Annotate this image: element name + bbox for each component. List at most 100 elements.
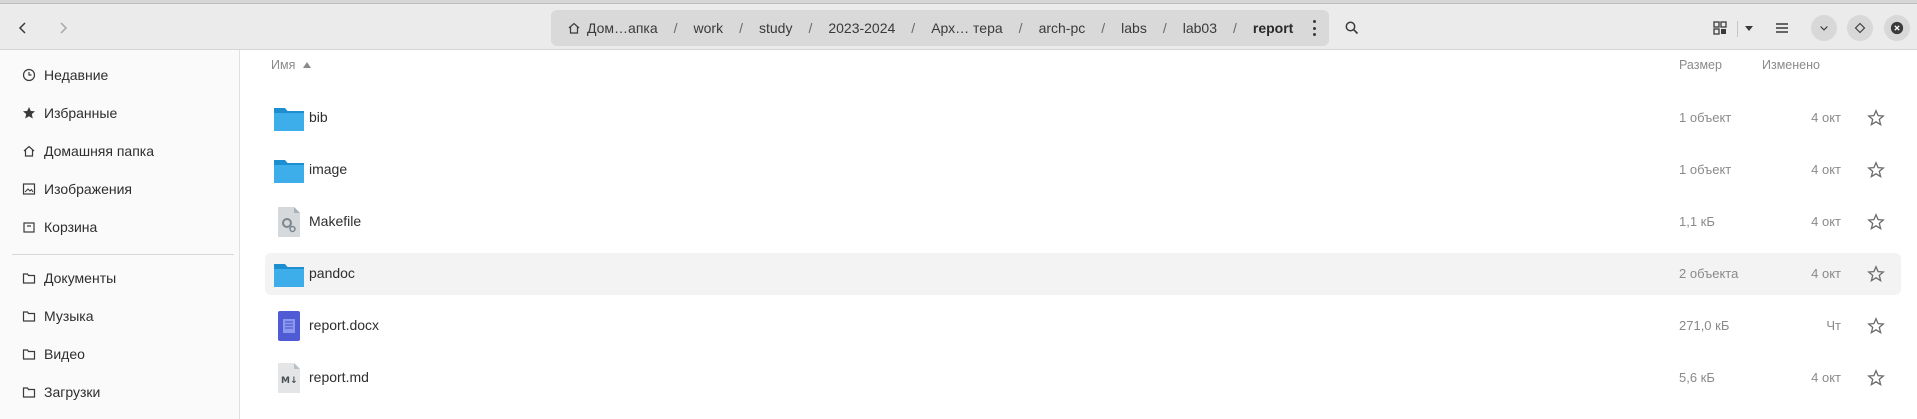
breadcrumb-architecture[interactable]: Арх… тера: [931, 10, 1002, 46]
breadcrumb-separator: /: [911, 20, 916, 36]
folder-icon: [274, 264, 304, 287]
folder-icon: [22, 387, 36, 398]
image-icon: [22, 183, 36, 195]
star-outline-icon[interactable]: [1867, 213, 1885, 231]
path-bar[interactable]: Дом…апка / work / study / 2023-2024 / Ар…: [551, 10, 1329, 46]
file-row[interactable]: pandoc 2 объекта 4 окт: [265, 253, 1901, 295]
close-button[interactable]: [1884, 13, 1910, 43]
sidebar-item-trash[interactable]: Корзина: [0, 208, 240, 246]
breadcrumb-labs[interactable]: labs: [1121, 10, 1147, 46]
forward-button[interactable]: [47, 13, 79, 43]
sidebar-item-label: Недавние: [44, 67, 109, 83]
breadcrumb-work[interactable]: work: [694, 10, 724, 46]
file-size: 271,0 кБ: [1679, 318, 1730, 333]
star-outline-icon[interactable]: [1867, 369, 1885, 387]
star-outline-icon[interactable]: [1867, 109, 1885, 127]
chevron-down-icon: [1820, 26, 1828, 31]
breadcrumb-label: lab03: [1182, 20, 1217, 36]
file-name: pandoc: [309, 265, 355, 281]
file-modified: 4 окт: [1811, 214, 1841, 229]
sidebar-item-label: Корзина: [44, 219, 98, 235]
breadcrumb-separator: /: [1101, 20, 1106, 36]
breadcrumb-label: labs: [1121, 20, 1147, 36]
hamburger-menu-icon: [1776, 23, 1788, 33]
breadcrumb-separator: /: [1162, 20, 1167, 36]
sort-ascending-icon: [303, 62, 312, 68]
breadcrumb-label: Дом…апка: [587, 20, 658, 36]
minimize-button[interactable]: [1811, 13, 1837, 43]
breadcrumb-separator: /: [1018, 20, 1023, 36]
star-icon: [23, 107, 35, 119]
docx-icon: [278, 311, 300, 341]
sidebar-item-music[interactable]: Музыка: [0, 297, 240, 335]
close-icon: [1890, 21, 1904, 35]
breadcrumb-separator: /: [739, 20, 743, 36]
breadcrumb-label: Арх… тера: [931, 20, 1003, 36]
breadcrumb-label: study: [758, 20, 793, 36]
sidebar-item-starred[interactable]: Избранные: [0, 94, 240, 132]
path-menu-button[interactable]: [1311, 20, 1317, 36]
star-outline-icon[interactable]: [1867, 265, 1885, 283]
star-outline-icon[interactable]: [1867, 317, 1885, 335]
breadcrumb-lab03[interactable]: lab03: [1183, 10, 1217, 46]
breadcrumb-label: 2023-2024: [828, 20, 896, 36]
column-header-label: Имя: [271, 58, 296, 72]
sidebar-item-pictures[interactable]: Изображения: [0, 170, 240, 208]
markdown-icon: M↓: [278, 363, 300, 393]
chevron-left-icon: [18, 22, 26, 34]
file-row[interactable]: Makefile 1,1 кБ 4 окт: [265, 201, 1901, 243]
breadcrumb-study[interactable]: study: [759, 10, 792, 46]
column-header-size[interactable]: Размер: [1679, 58, 1722, 72]
sidebar-item-recent[interactable]: Недавние: [0, 56, 240, 94]
main-menu-button[interactable]: [1773, 13, 1791, 43]
toolbar-divider: [1737, 21, 1738, 37]
folder-icon: [274, 160, 304, 183]
file-row[interactable]: image 1 объект 4 окт: [265, 149, 1901, 191]
sidebar-item-label: Документы: [44, 270, 117, 286]
home-icon: [568, 22, 580, 34]
star-outline-icon[interactable]: [1867, 161, 1885, 179]
column-header-label: Изменено: [1762, 58, 1820, 72]
breadcrumb-arch-pc[interactable]: arch-pc: [1039, 10, 1086, 46]
column-header-name[interactable]: Имя: [271, 58, 312, 72]
file-row[interactable]: report.docx 271,0 кБ Чт: [265, 305, 1901, 347]
header-bar: Дом…апка / work / study / 2023-2024 / Ар…: [0, 4, 1917, 50]
column-header-modified[interactable]: Изменено: [1762, 58, 1820, 72]
makefile-icon: [278, 207, 300, 237]
file-name: report.md: [309, 369, 369, 385]
search-button[interactable]: [1342, 13, 1362, 43]
file-size: 2 объекта: [1679, 266, 1739, 281]
grid-view-icon: [1713, 21, 1727, 35]
column-header-label: Размер: [1679, 58, 1722, 72]
sidebar-item-label: Изображения: [44, 181, 132, 197]
file-row[interactable]: M↓ report.md 5,6 кБ 4 окт: [265, 357, 1901, 399]
sidebar-item-downloads[interactable]: Загрузки: [0, 373, 240, 411]
breadcrumb-separator: /: [1232, 20, 1237, 36]
back-button[interactable]: [7, 13, 39, 43]
breadcrumb-separator: /: [808, 20, 813, 36]
sidebar-item-videos[interactable]: Видео: [0, 335, 240, 373]
file-name: Makefile: [309, 213, 362, 229]
file-modified: 4 окт: [1811, 162, 1841, 177]
breadcrumb-2023-2024[interactable]: 2023-2024: [828, 10, 895, 46]
sidebar-item-home[interactable]: Домашняя папка: [0, 132, 240, 170]
dot-icon: [1312, 33, 1316, 36]
sidebar-item-documents[interactable]: Документы: [0, 259, 240, 297]
folder-icon: [22, 349, 36, 360]
file-list: Имя Размер Изменено bib 1 объект 4 окт i…: [241, 50, 1917, 419]
breadcrumb-label: report: [1252, 20, 1294, 36]
file-row[interactable]: bib 1 объект 4 окт: [265, 97, 1901, 139]
file-modified: 4 окт: [1811, 266, 1841, 281]
sidebar-item-label: Избранные: [44, 105, 118, 121]
sidebar-item-label: Музыка: [44, 308, 94, 324]
file-modified: Чт: [1826, 318, 1841, 333]
file-size: 1 объект: [1679, 162, 1732, 177]
breadcrumb-home[interactable]: Дом…апка: [567, 10, 658, 46]
dot-icon: [1312, 26, 1316, 30]
breadcrumb-separator: /: [673, 20, 678, 36]
breadcrumb-report[interactable]: report: [1253, 10, 1293, 46]
view-options-button[interactable]: [1740, 13, 1758, 43]
maximize-button[interactable]: [1847, 13, 1873, 43]
view-grid-button[interactable]: [1711, 13, 1729, 43]
file-size: 1 объект: [1679, 110, 1732, 125]
